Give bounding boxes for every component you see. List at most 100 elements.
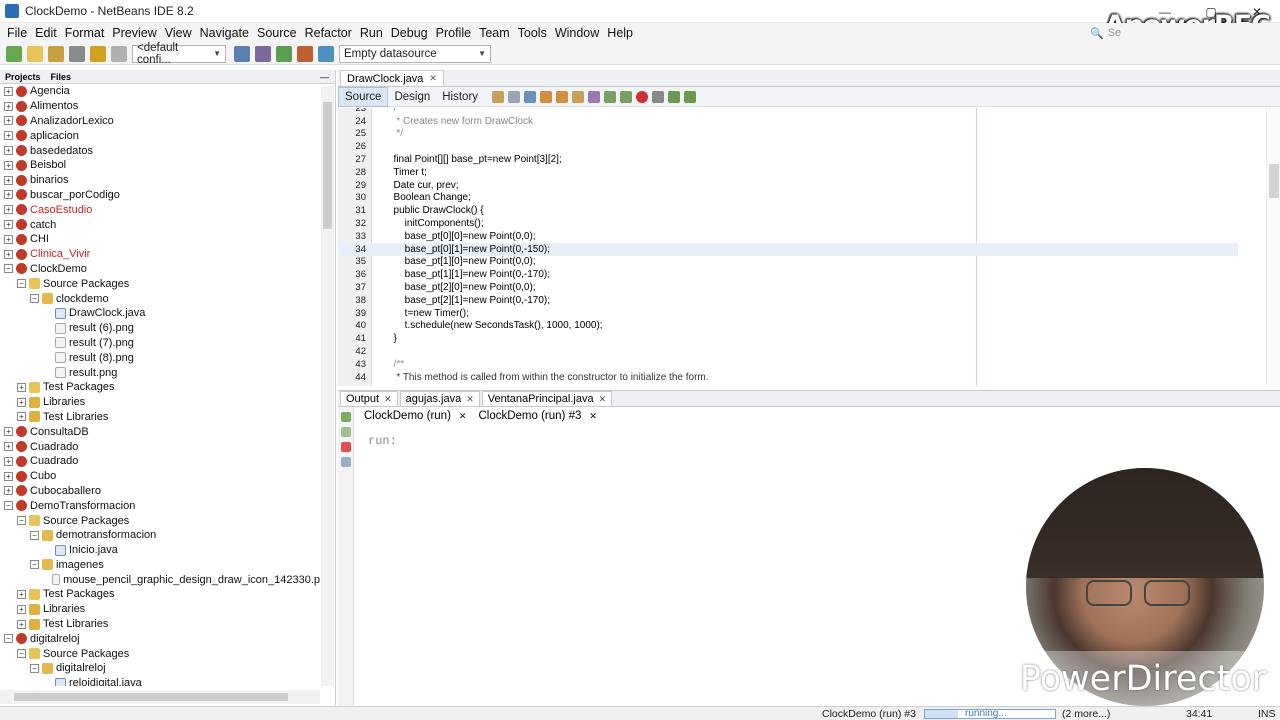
code-line[interactable]: 40 t.schedule(new SecondsTask(), 1000, 1… [338,320,1238,333]
expand-icon[interactable]: + [4,249,13,259]
tab-source[interactable]: Source [338,86,389,107]
expand-icon[interactable]: + [17,412,26,422]
collapse-icon[interactable]: − [4,634,13,644]
menu-file[interactable]: File [3,26,31,40]
editor-tab-drawclock[interactable]: DrawClock.java ✕ [340,70,444,86]
start-macro-icon[interactable] [636,90,649,103]
close-tab-icon[interactable]: ✕ [589,411,597,422]
close-tab-icon[interactable]: ✕ [459,411,467,422]
expand-icon[interactable]: + [4,116,13,126]
tab-ventanaprincipal[interactable]: VentanaPrincipal.java ✕ [481,391,613,406]
code-line[interactable]: 28 Timer t; [338,166,1238,179]
tree-item[interactable]: + CHI [0,232,320,247]
tree-item[interactable]: + Libraries [0,602,320,617]
menu-profile[interactable]: Profile [432,26,475,40]
collapse-icon[interactable]: − [30,560,39,570]
new-file-icon[interactable] [6,45,22,62]
scrollbar-thumb[interactable] [14,693,288,701]
code-line[interactable]: 36 base_pt[1][1]=new Point(0,-170); [338,268,1238,281]
shift-left-icon[interactable] [604,90,617,103]
editor-vertical-scrollbar[interactable] [1266,108,1280,386]
stop-icon[interactable] [341,442,351,452]
subtab-clockdemo-run[interactable]: ClockDemo (run) ✕ [358,410,472,422]
forward-icon[interactable] [508,90,521,103]
tree-item[interactable]: + Cubocaballero [0,484,320,499]
uncomment-icon[interactable] [684,90,697,103]
collapse-icon[interactable]: − [17,279,26,289]
tree-item[interactable]: + Agencia [0,84,320,99]
close-tab-icon[interactable]: ✕ [466,394,474,405]
menu-tools[interactable]: Tools [514,26,551,40]
tree-item[interactable]: + Test Packages [0,587,320,602]
subtab-clockdemo-run-3[interactable]: ClockDemo (run) #3 ✕ [472,410,602,422]
tree-item[interactable]: + Libraries [0,395,320,410]
code-line[interactable]: 37 base_pt[2][0]=new Point(0,0); [338,281,1238,294]
expand-icon[interactable]: + [4,427,13,437]
close-tab-icon[interactable]: ✕ [429,73,437,84]
tree-item[interactable]: + AnalizadorLexico [0,114,320,129]
menu-navigate[interactable]: Navigate [196,26,253,40]
menu-team[interactable]: Team [475,26,514,40]
tree-item[interactable]: − imagenes [0,558,320,573]
code-line[interactable]: 24 * Creates new form DrawClock [338,115,1238,128]
tree-horizontal-scrollbar[interactable] [0,690,320,704]
code-line[interactable]: 23 /** [338,108,1238,115]
tree-item[interactable]: DrawClock.java [0,306,320,321]
tree-item[interactable]: mouse_pencil_graphic_design_draw_icon_14… [0,572,320,587]
find-next-icon[interactable] [556,90,569,103]
output-console-text[interactable]: run: [368,434,397,448]
back-icon[interactable] [492,90,505,103]
scrollbar-thumb[interactable] [323,102,332,229]
open-project-icon[interactable] [48,45,64,62]
collapse-icon[interactable]: − [30,530,39,540]
code-line[interactable]: 41 } [338,332,1238,345]
tree-item[interactable]: + basededatos [0,143,320,158]
tree-item[interactable]: Inicio.java [0,543,320,558]
code-line[interactable]: 29 Date cur, prev; [338,179,1238,192]
expand-icon[interactable]: + [17,397,26,407]
expand-icon[interactable]: + [17,604,26,614]
profile-icon[interactable] [318,45,334,62]
code-line[interactable]: 32 initComponents(); [338,217,1238,230]
minimize-panel-button[interactable]: — [315,72,335,82]
expand-icon[interactable]: + [4,234,13,244]
scrollbar-thumb[interactable] [1269,164,1279,198]
tab-agujas[interactable]: agujas.java ✕ [399,391,480,406]
tree-item[interactable]: + Test Packages [0,380,320,395]
menu-window[interactable]: Window [551,26,603,40]
code-line[interactable]: 39 t=new Timer(); [338,307,1238,320]
tree-item[interactable]: + binarios [0,173,320,188]
expand-icon[interactable]: + [17,619,26,629]
tab-files[interactable]: Files [46,72,77,82]
toggle-highlight-icon[interactable] [572,90,585,103]
tree-item[interactable]: − Source Packages [0,646,320,661]
tree-item[interactable]: − Source Packages [0,513,320,528]
find-icon[interactable] [524,90,537,103]
expand-icon[interactable]: + [4,146,13,156]
menu-debug[interactable]: Debug [387,26,432,40]
code-line[interactable]: 44 * This method is called from within t… [338,371,1238,384]
menu-preview[interactable]: Preview [108,26,160,40]
tree-item[interactable]: result.png [0,365,320,380]
tree-item[interactable]: + ConsultaDB [0,424,320,439]
expand-icon[interactable]: + [4,456,13,466]
tree-item[interactable]: − clockdemo [0,291,320,306]
configuration-combo[interactable]: <default confi... ▼ [132,42,226,66]
rerun-with-options-icon[interactable] [341,427,351,437]
shift-right-icon[interactable] [620,90,633,103]
search-box[interactable]: 🔍 Se [1090,24,1280,42]
code-line[interactable]: 43 /** [338,358,1238,371]
comment-icon[interactable] [668,90,681,103]
tree-item[interactable]: − digitalreloj [0,631,320,646]
tree-item[interactable]: + Cuadrado [0,454,320,469]
tree-item[interactable]: + CasoEstudio [0,202,320,217]
run-icon[interactable] [276,45,292,62]
code-line[interactable]: 38 base_pt[2][1]=new Point(0,-170); [338,294,1238,307]
tab-history[interactable]: History [436,87,484,107]
code-line[interactable]: 25 */ [338,128,1238,141]
code-line[interactable]: 30 Boolean Change; [338,192,1238,205]
code-area[interactable]: 23 /** 24 * Creates new form DrawClock 25 … [338,108,1280,386]
tree-item[interactable]: result (8).png [0,350,320,365]
tree-item[interactable]: result (6).png [0,321,320,336]
collapse-icon[interactable]: − [30,663,39,673]
